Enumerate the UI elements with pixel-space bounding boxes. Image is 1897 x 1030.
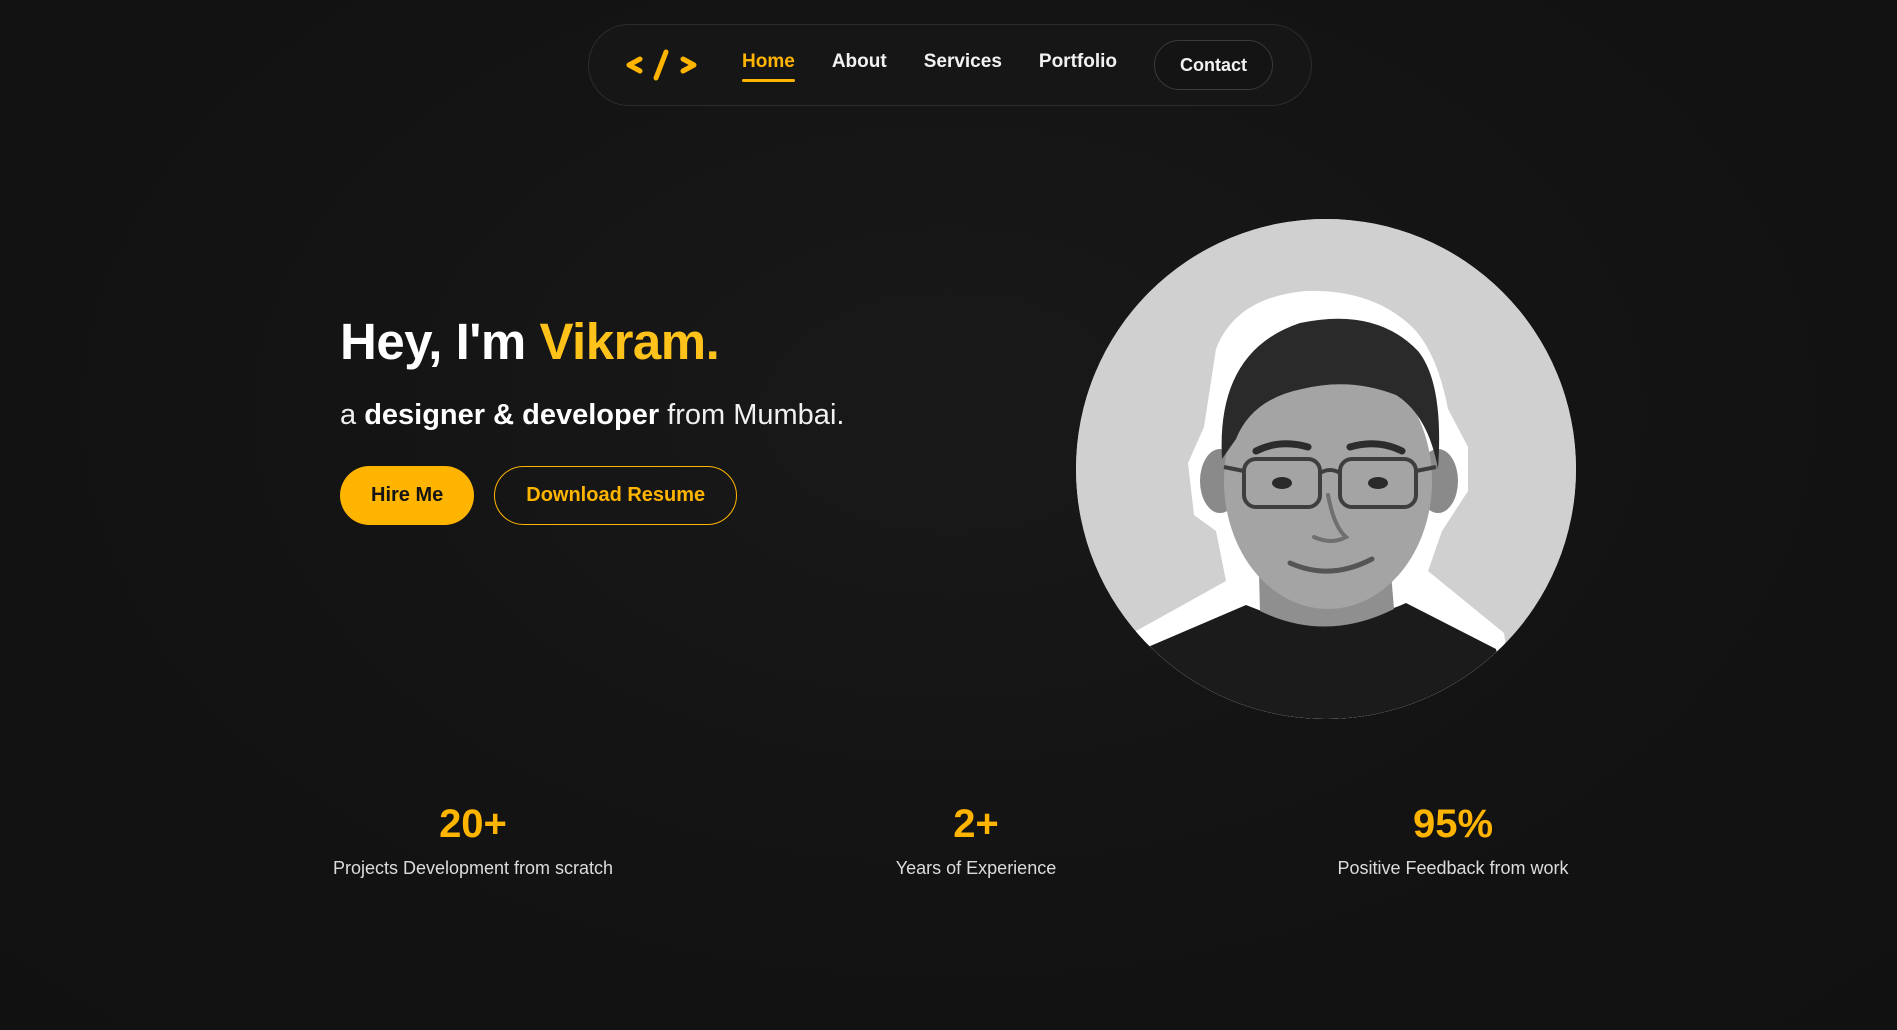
stat-projects: 20+ Projects Development from scratch — [273, 802, 673, 879]
hero-sub-prefix: a — [340, 399, 365, 431]
stat-label: Positive Feedback from work — [1337, 858, 1569, 878]
nav-link-services[interactable]: Services — [924, 51, 1002, 79]
hero-name: Vikram. — [539, 313, 720, 370]
hire-me-button[interactable]: Hire Me — [340, 466, 475, 525]
hero-subtitle: a designer & developer from Mumbai. — [340, 399, 844, 432]
profile-photo-illustration — [1076, 219, 1576, 719]
hero-section: Hey, I'm Vikram. a designer & developer … — [340, 312, 844, 525]
stat-feedback: 95% Positive Feedback from work — [1253, 802, 1653, 879]
code-brackets-icon[interactable] — [625, 45, 700, 85]
hero-buttons: Hire Me Download Resume — [340, 466, 844, 525]
stat-value: 20+ — [439, 802, 507, 846]
stat-label: Years of Experience — [895, 858, 1057, 878]
hero-greeting: Hey, I'm — [340, 313, 540, 370]
nav-link-portfolio[interactable]: Portfolio — [1039, 51, 1117, 79]
download-resume-button[interactable]: Download Resume — [494, 466, 738, 525]
nav-link-home[interactable]: Home — [742, 51, 795, 82]
profile-photo — [1076, 219, 1576, 719]
stat-label: Projects Development from scratch — [332, 858, 614, 878]
nav-link-about[interactable]: About — [832, 51, 887, 79]
navbar: Home About Services Portfolio Contact — [588, 24, 1312, 106]
nav-links: Home About Services Portfolio — [742, 51, 1154, 82]
contact-button[interactable]: Contact — [1154, 40, 1273, 90]
hero-sub-role: designer & developer — [364, 399, 660, 431]
page: Home About Services Portfolio Contact He… — [0, 0, 1897, 1030]
stat-value: 95% — [1412, 802, 1494, 846]
stat-value: 2+ — [953, 802, 999, 846]
hero-title: Hey, I'm Vikram. — [340, 312, 844, 371]
stat-experience: 2+ Years of Experience — [776, 802, 1176, 879]
hero-sub-suffix: from Mumbai. — [659, 399, 845, 431]
